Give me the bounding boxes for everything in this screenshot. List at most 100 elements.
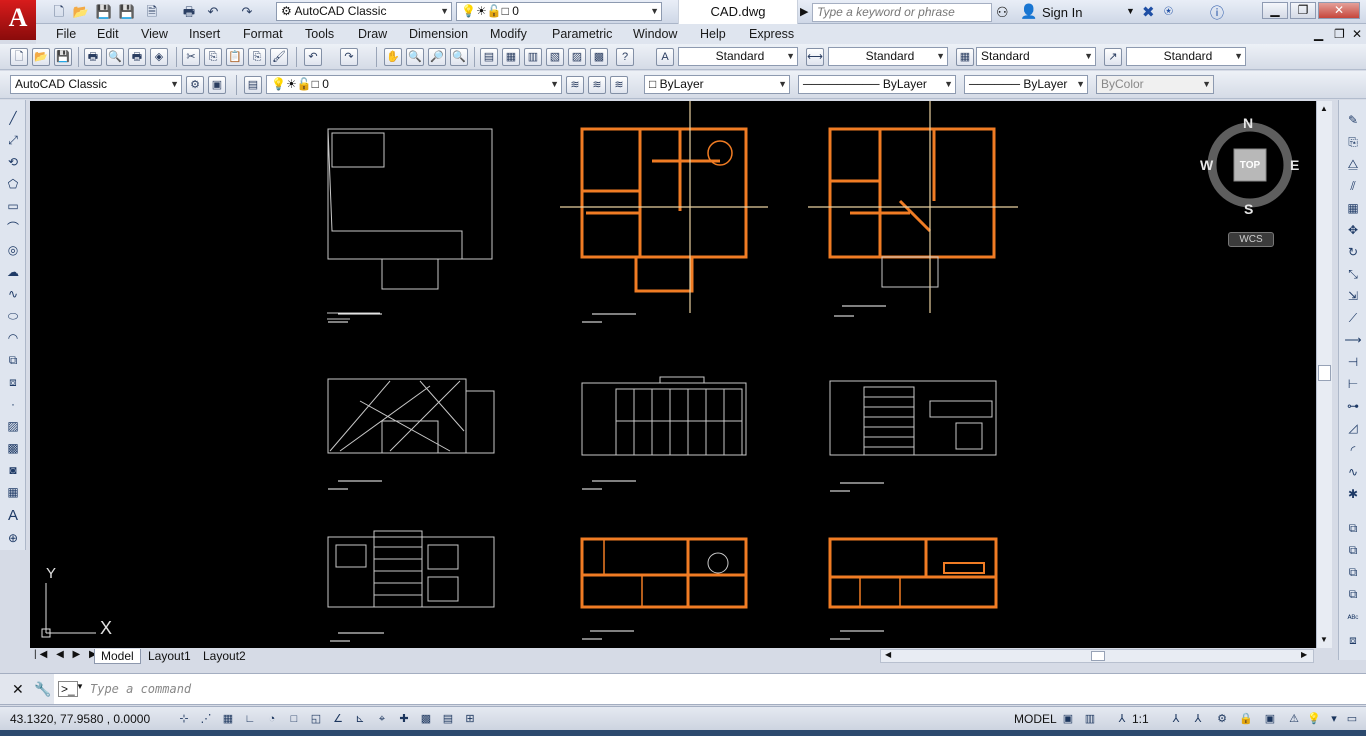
extend-icon[interactable]: ⟶ bbox=[1344, 332, 1362, 348]
zoom-realtime-icon[interactable]: 🔍 bbox=[406, 48, 424, 66]
binoculars-icon[interactable]: ⚇ bbox=[996, 4, 1009, 21]
menu-format[interactable]: Format bbox=[243, 27, 283, 41]
linetype-dropdown[interactable]: ───────── ByLayer ▼ bbox=[798, 75, 956, 94]
make-block-icon[interactable]: ⧈ bbox=[4, 374, 22, 390]
3d-print-icon[interactable]: ◈ bbox=[150, 48, 168, 66]
rotate-icon[interactable]: ↻ bbox=[1344, 244, 1362, 260]
vertical-scrollbar[interactable]: ▲ ▼ bbox=[1316, 101, 1332, 648]
fillet-icon[interactable]: ◜ bbox=[1344, 442, 1362, 458]
multiline-text-icon[interactable]: A bbox=[4, 508, 22, 524]
menu-view[interactable]: View bbox=[141, 27, 168, 41]
bring-above-icon[interactable]: ⧉ bbox=[1344, 586, 1362, 602]
ortho-mode-icon[interactable]: ∟ bbox=[242, 711, 258, 727]
insert-block-icon[interactable]: ⧉ bbox=[4, 352, 22, 368]
close-icon[interactable]: ✕ bbox=[12, 681, 24, 698]
point-icon[interactable]: · bbox=[4, 396, 22, 412]
copy-clip-icon[interactable]: ⎘ bbox=[248, 48, 266, 66]
menu-express[interactable]: Express bbox=[749, 27, 794, 41]
workspace-dropdown[interactable]: AutoCAD Classic ▼ bbox=[10, 75, 182, 94]
search-input[interactable]: Type a keyword or phrase bbox=[812, 3, 992, 22]
exchange-icon[interactable]: ✖ bbox=[1142, 3, 1155, 21]
wrench-icon[interactable]: 🔧 bbox=[34, 681, 51, 698]
compass-north[interactable]: N bbox=[1243, 115, 1253, 131]
dynamic-input-icon[interactable]: ⌖ bbox=[374, 711, 390, 727]
save-icon[interactable]: 💾 bbox=[54, 48, 72, 66]
send-to-back-icon[interactable]: ⧉ bbox=[1344, 564, 1362, 580]
horizontal-scroll-thumb[interactable] bbox=[1091, 651, 1105, 661]
menu-insert[interactable]: Insert bbox=[189, 27, 220, 41]
menu-window[interactable]: Window bbox=[633, 27, 677, 41]
move-icon[interactable]: ✥ bbox=[1344, 222, 1362, 238]
new-file-icon[interactable]: 🗋 bbox=[50, 3, 68, 21]
polyline-icon[interactable]: ⟲ bbox=[4, 154, 22, 170]
layer-dropdown[interactable]: 💡☀🔓□ 0 ▼ bbox=[266, 75, 562, 94]
redo-icon[interactable]: ↷ bbox=[340, 48, 358, 66]
menu-parametric[interactable]: Parametric bbox=[552, 27, 612, 41]
user-icon[interactable]: 👤 bbox=[1020, 3, 1037, 20]
mirror-icon[interactable]: ⧋ bbox=[1344, 156, 1362, 172]
menu-edit[interactable]: Edit bbox=[97, 27, 119, 41]
grid-display-icon[interactable]: ▦ bbox=[220, 711, 236, 727]
copy-object-icon[interactable]: ⎘ bbox=[1344, 134, 1362, 150]
lightbulb-icon[interactable]: 💡 bbox=[1306, 711, 1322, 727]
transparency-icon[interactable]: ▩ bbox=[418, 711, 434, 727]
open-folder-icon[interactable]: 📂 bbox=[72, 3, 90, 21]
help-icon[interactable]: ⓘ bbox=[1210, 3, 1224, 23]
plot-preview-icon[interactable]: 🔍 bbox=[106, 48, 124, 66]
ellipse-arc-icon[interactable]: ◠ bbox=[4, 330, 22, 346]
compass-east[interactable]: E bbox=[1290, 157, 1299, 173]
annotation-scale-value[interactable]: 1:1 bbox=[1132, 712, 1149, 726]
offset-icon[interactable]: ⫽ bbox=[1344, 178, 1362, 194]
polar-tracking-icon[interactable]: ◔ bbox=[264, 711, 280, 727]
coordinate-readout[interactable]: 43.1320, 77.9580 , 0.0000 bbox=[10, 712, 150, 726]
chevron-down-icon[interactable]: ▼ bbox=[76, 682, 84, 691]
chevron-down-icon[interactable]: ▾ bbox=[1326, 711, 1342, 727]
draw-order-icon[interactable]: ⧉ bbox=[1344, 520, 1362, 536]
spline-icon[interactable]: ∿ bbox=[4, 286, 22, 302]
markup-icon[interactable]: ▨ bbox=[568, 48, 586, 66]
undo-icon[interactable]: ↶ bbox=[204, 3, 222, 21]
text-above-icon[interactable]: ᴬᴮᶜ bbox=[1344, 610, 1362, 626]
maximize-button[interactable]: ❐ bbox=[1290, 2, 1316, 19]
doc-close-icon[interactable]: ✕ bbox=[1352, 27, 1362, 41]
dimension-style-dropdown[interactable]: Standard ▼ bbox=[828, 47, 948, 66]
hardware-acceleration-icon[interactable]: ▣ bbox=[1262, 711, 1278, 727]
layer-state-icon[interactable]: ≋ bbox=[610, 76, 628, 94]
sign-in-link[interactable]: Sign In bbox=[1042, 5, 1082, 20]
circle-icon[interactable]: ◎ bbox=[4, 242, 22, 258]
zoom-window-icon[interactable]: 🔎 bbox=[428, 48, 446, 66]
vertical-scroll-thumb[interactable] bbox=[1318, 365, 1331, 381]
table-style-dropdown[interactable]: Standard ▼ bbox=[976, 47, 1096, 66]
explode-icon[interactable]: ✱ bbox=[1344, 486, 1362, 502]
compass-west[interactable]: W bbox=[1200, 157, 1213, 173]
match-properties-icon[interactable]: 🖌 bbox=[270, 48, 288, 66]
command-history-icon[interactable]: >_ bbox=[58, 681, 78, 697]
menu-file[interactable]: File bbox=[56, 27, 76, 41]
line-icon[interactable]: ╱ bbox=[4, 110, 22, 126]
break-at-point-icon[interactable]: ⊣ bbox=[1344, 354, 1362, 370]
table-icon[interactable]: ▦ bbox=[4, 484, 22, 500]
copy-icon[interactable]: ⎘ bbox=[204, 48, 222, 66]
horizontal-scrollbar[interactable]: ◀ ▶ bbox=[880, 649, 1314, 663]
clean-screen-icon[interactable]: ▭ bbox=[1344, 711, 1360, 727]
quick-view-layouts-icon[interactable]: ▣ bbox=[1060, 711, 1076, 727]
chamfer-icon[interactable]: ◿ bbox=[1344, 420, 1362, 436]
save-as-icon[interactable]: 💾 bbox=[118, 3, 136, 21]
snap-mode-icon[interactable]: ⋰ bbox=[198, 711, 214, 727]
workspace-switching-icon[interactable]: ⚙ bbox=[1214, 711, 1230, 727]
scroll-down-icon[interactable]: ▼ bbox=[1320, 635, 1328, 644]
lineweight-dropdown[interactable]: ────── ByLayer ▼ bbox=[964, 75, 1088, 94]
hatch-back-icon[interactable]: ⧈ bbox=[1344, 632, 1362, 648]
save-icon[interactable]: 💾 bbox=[95, 3, 113, 21]
workspace-dropdown[interactable]: ⚙ AutoCAD Classic ▼ bbox=[276, 2, 452, 21]
quick-view-drawings-icon[interactable]: ▥ bbox=[1082, 711, 1098, 727]
plotstyle-dropdown[interactable]: ByColor ▼ bbox=[1096, 75, 1214, 94]
lineweight-toggle-icon[interactable]: ✚ bbox=[396, 711, 412, 727]
trim-icon[interactable]: ⟋ bbox=[1344, 310, 1362, 326]
color-dropdown[interactable]: □ ByLayer ▼ bbox=[644, 75, 790, 94]
tab-model[interactable]: Model bbox=[94, 649, 141, 664]
scale-icon[interactable]: ⤡ bbox=[1344, 266, 1362, 282]
3d-object-snap-icon[interactable]: ◱ bbox=[308, 711, 324, 727]
model-space-toggle[interactable]: MODEL bbox=[1014, 712, 1057, 726]
open-folder-icon[interactable]: 📂 bbox=[32, 48, 50, 66]
